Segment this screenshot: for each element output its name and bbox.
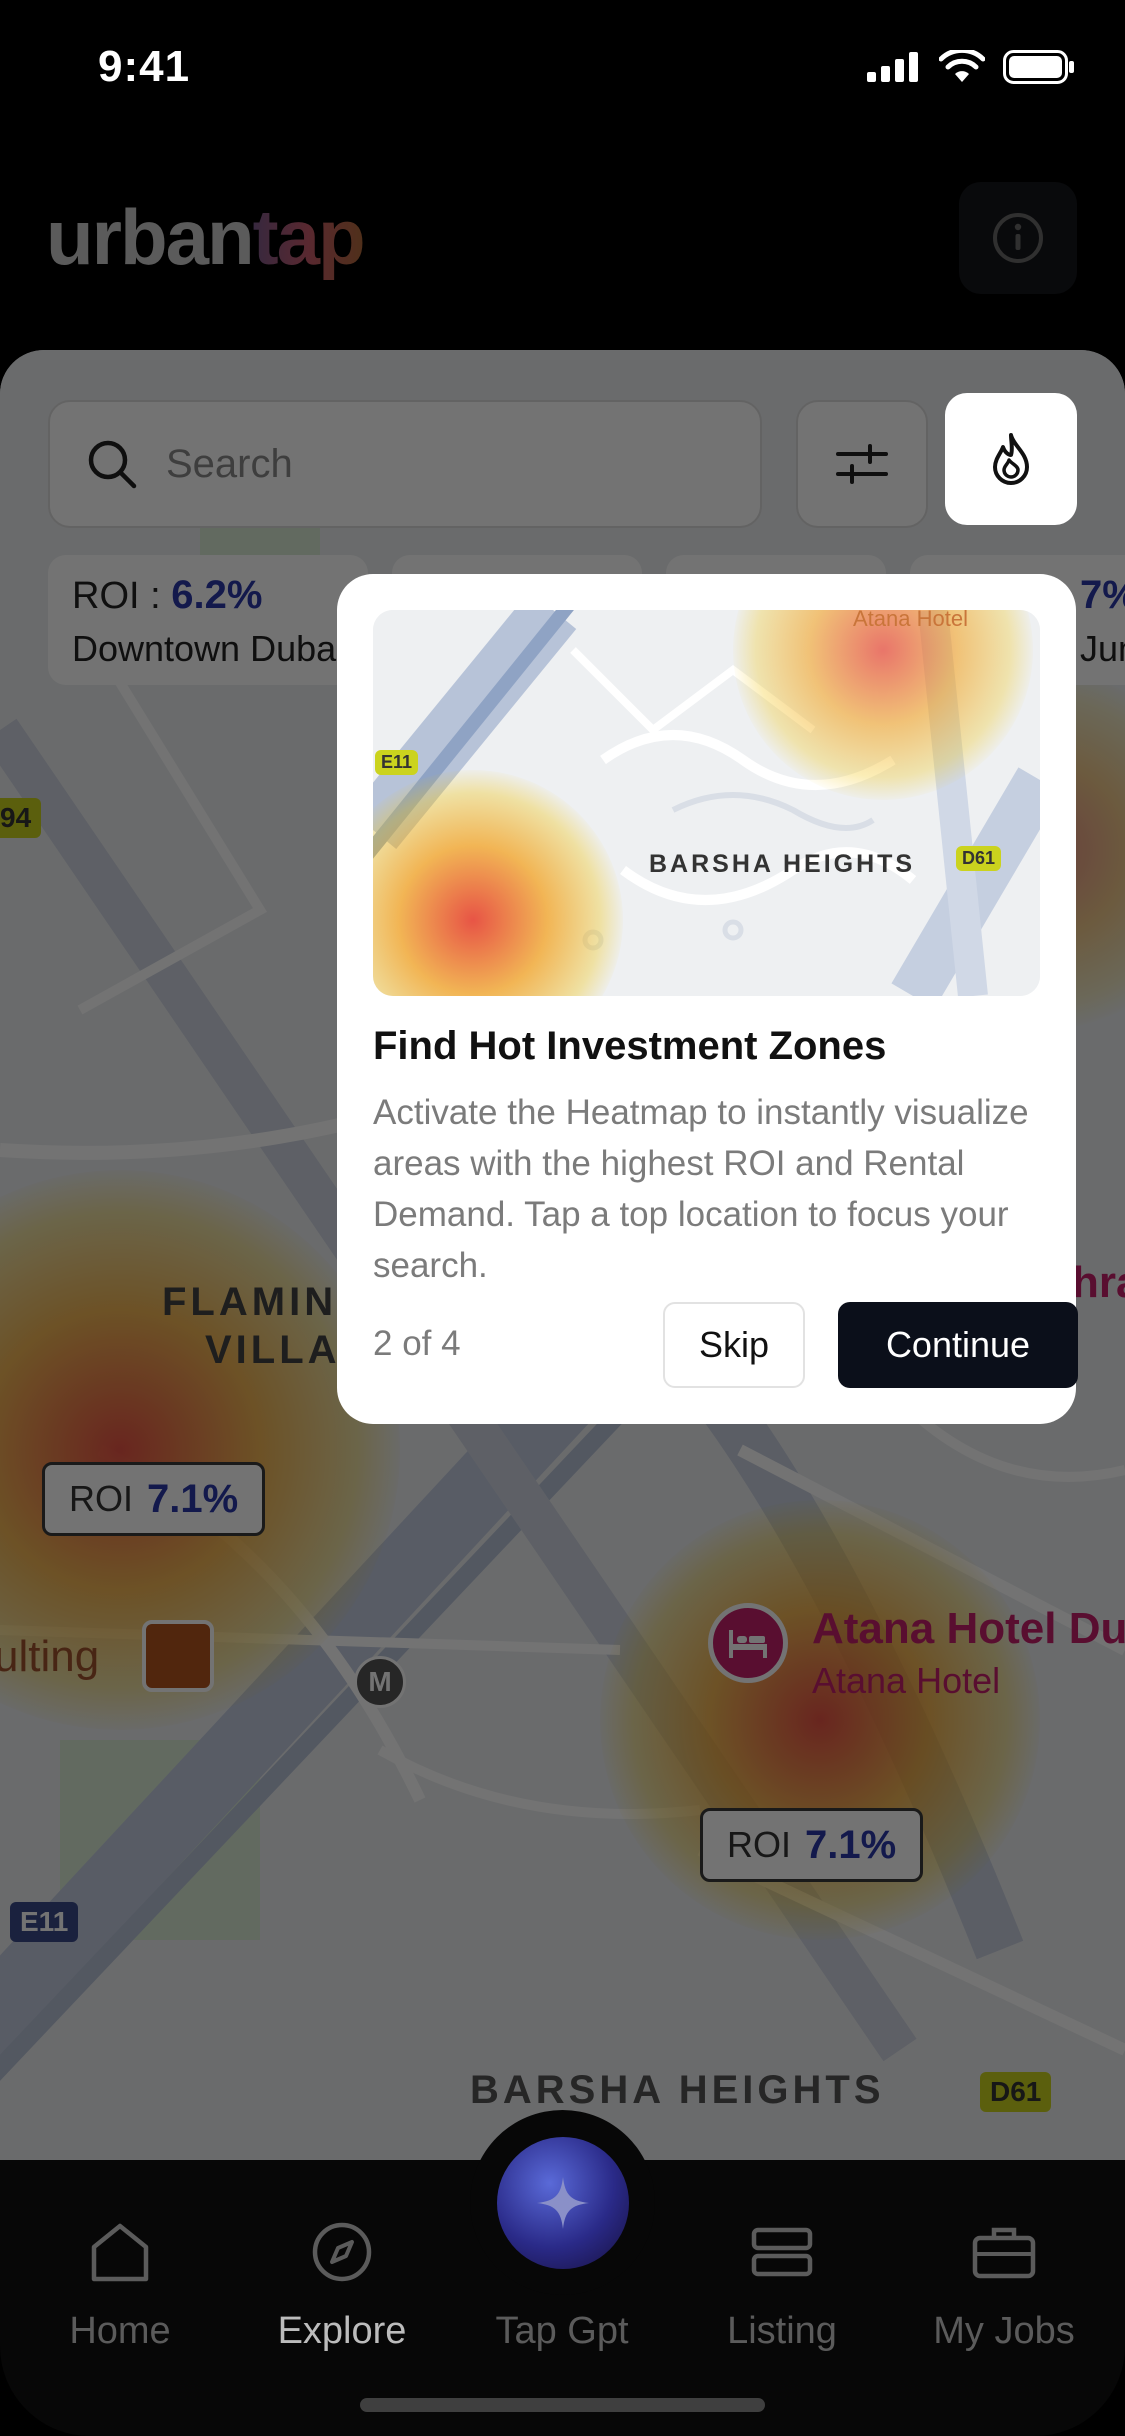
bed-icon xyxy=(729,1630,767,1658)
metro-icon: M xyxy=(354,1656,406,1708)
status-time: 9:41 xyxy=(98,42,191,91)
search-input[interactable]: Search xyxy=(48,400,762,528)
preview-hotel-label: Atana Hotel xyxy=(853,610,968,631)
preview-area-label: BARSHA HEIGHTS xyxy=(649,850,916,878)
tab-label: Tap Gpt xyxy=(495,2310,629,2352)
roi-card[interactable]: ROI : 6.2% Downtown Dubai xyxy=(48,555,368,685)
roi-card-place: Downtown Dubai xyxy=(72,628,345,669)
sliders-icon xyxy=(836,444,888,484)
battery-icon xyxy=(1003,50,1074,84)
roi-map-badge[interactable]: ROI 7.1% xyxy=(700,1808,924,1882)
listing-icon xyxy=(751,2227,813,2277)
modal-footer: 2 of 4 Skip Continue xyxy=(373,1302,1078,1388)
onboarding-modal: BARSHA HEIGHTS Atana Hotel E11 D61 Find … xyxy=(337,574,1078,1424)
modal-description: Activate the Heatmap to instantly visual… xyxy=(373,1093,1029,1285)
road-shield: E11 xyxy=(10,1902,79,1942)
continue-button[interactable]: Continue xyxy=(838,1302,1078,1388)
heatmap-preview-image: BARSHA HEIGHTS Atana Hotel E11 D61 xyxy=(373,610,1040,996)
tab-label: Listing xyxy=(727,2310,837,2352)
tab-tap-gpt[interactable]: Tap Gpt xyxy=(472,2212,652,2353)
area-label-arabic: hra xyxy=(1072,1258,1125,1307)
roi-card-place: Jumei xyxy=(1080,628,1125,669)
road-shield: 94 xyxy=(0,798,42,838)
signal-icon xyxy=(867,52,918,82)
compass-icon xyxy=(312,2222,372,2282)
search-icon xyxy=(88,440,137,489)
roi-card-roi: ROI : 6.2% xyxy=(72,573,263,617)
tab-label: Explore xyxy=(277,2310,407,2352)
header-dim-overlay xyxy=(0,140,1125,350)
wifi-icon xyxy=(939,50,985,82)
phone-screen: 9:41 urbantap xyxy=(0,0,1125,2436)
heatmap-toggle-button[interactable] xyxy=(945,393,1077,525)
road-shield: D61 xyxy=(980,2072,1052,2112)
tab-explore[interactable]: Explore xyxy=(252,2212,432,2353)
hotel-pin[interactable] xyxy=(708,1603,788,1683)
tab-label: Home xyxy=(69,2310,171,2352)
step-indicator: 2 of 4 xyxy=(373,1324,461,1363)
tab-home[interactable]: Home xyxy=(30,2212,210,2353)
area-label: BARSHA HEIGHTS xyxy=(470,2068,885,2112)
hotel-subtitle: Atana Hotel xyxy=(812,1660,1001,1701)
search-row: Search xyxy=(48,400,1077,530)
tab-my-jobs[interactable]: My Jobs xyxy=(914,2212,1094,2353)
briefcase-icon xyxy=(972,2227,1036,2279)
hotel-name[interactable]: Atana Hotel Dubai xyxy=(812,1604,1125,1654)
roi-map-badge[interactable]: ROI 7.1% xyxy=(42,1462,266,1536)
status-bar: 9:41 xyxy=(0,0,1125,140)
bottom-tab-bar: Home Explore Tap Gpt Listing My Jobs xyxy=(0,2110,1125,2436)
flame-icon xyxy=(993,433,1029,485)
filter-button[interactable] xyxy=(796,400,928,528)
tab-label: My Jobs xyxy=(933,2310,1075,2352)
roi-card-roi: 7% xyxy=(1080,573,1125,617)
poi-label: ulting xyxy=(0,1632,100,1681)
preview-road-shield: D61 xyxy=(956,846,1002,871)
skip-button[interactable]: Skip xyxy=(663,1302,805,1388)
home-indicator[interactable] xyxy=(360,2398,765,2412)
poi-marker[interactable] xyxy=(142,1620,214,1692)
preview-road-shield: E11 xyxy=(375,750,419,775)
status-icons xyxy=(867,50,1075,84)
home-icon xyxy=(91,2223,149,2282)
search-placeholder: Search xyxy=(166,441,293,486)
tab-listing[interactable]: Listing xyxy=(692,2212,872,2353)
modal-title: Find Hot Investment Zones xyxy=(373,1024,887,1068)
